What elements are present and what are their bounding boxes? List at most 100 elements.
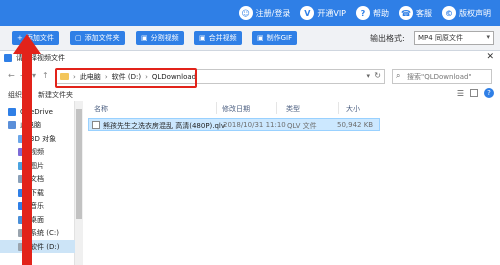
- chevron-down-icon: ▾: [486, 33, 490, 41]
- column-name[interactable]: 名称: [94, 104, 108, 114]
- copyright-icon: ©: [442, 6, 456, 20]
- top-bar-item-label: 帮助: [373, 8, 389, 18]
- make-gif-button[interactable]: ▣ 制作GIF: [252, 31, 298, 45]
- sidebar-item-label: 软件 (D:): [30, 242, 60, 251]
- sidebar-item-label: 下载: [30, 188, 44, 197]
- sidebar-item-label: 3D 对象: [30, 134, 57, 143]
- output-format-select[interactable]: MP4 同原文件 ▾: [414, 31, 494, 45]
- sidebar-item[interactable]: OneDrive: [0, 105, 75, 118]
- sidebar-item[interactable]: 3D 对象: [0, 132, 75, 145]
- search-placeholder: 搜索"QLDownload": [407, 72, 472, 81]
- column-type[interactable]: 类型: [286, 104, 300, 114]
- merge-icon: ▣: [199, 34, 206, 42]
- main-toolbar: + 添加文件 ▢ 添加文件夹 ▣ 分割视频 ▣ 合并视频 ▣ 制作GIF 输出格…: [0, 26, 500, 50]
- sidebar-item[interactable]: 此电脑: [0, 119, 75, 132]
- location-icon: [8, 121, 16, 129]
- file-name: 熊孩先生之洗衣房混乱 高清(480P).qlv: [103, 122, 226, 130]
- file-list-header: 名称 修改日期 类型 大小: [86, 101, 500, 115]
- sidebar-item[interactable]: 桌面: [0, 213, 75, 226]
- top-bar-item-label: 开通VIP: [317, 8, 346, 18]
- top-bar-item[interactable]: ? 帮助: [353, 4, 392, 22]
- back-arrow-icon[interactable]: ←: [8, 71, 15, 80]
- search-icon: ⌕: [396, 71, 401, 80]
- forward-arrow-icon[interactable]: →: [20, 71, 27, 80]
- split-video-label: 分割视频: [150, 34, 179, 42]
- location-icon: [18, 229, 26, 237]
- location-icon: [18, 215, 26, 224]
- folder-add-icon: ▢: [75, 34, 82, 42]
- help-icon[interactable]: ?: [484, 88, 494, 98]
- file-size: 50,942 KB: [337, 121, 374, 129]
- app-window: ☺ 注册/登录 V 开通VIP? 帮助 ☎ 客服 © 版权声明 + 添加文件 ▢ 添加文件夹 ▣…: [0, 0, 500, 265]
- new-folder-button[interactable]: 新建文件夹: [38, 90, 73, 100]
- sidebar-scrollbar[interactable]: [75, 101, 83, 265]
- file-type: QLV 文件: [287, 122, 317, 130]
- up-arrow-icon[interactable]: ↑: [42, 71, 49, 80]
- address-dropdown-icon[interactable]: ▾: [366, 72, 370, 80]
- merge-video-label: 合并视频: [208, 34, 237, 42]
- sidebar-item-label: 文档: [30, 175, 44, 183]
- plus-icon: +: [17, 34, 23, 42]
- add-file-button[interactable]: + 添加文件: [12, 31, 59, 45]
- sidebar-item[interactable]: 文档: [0, 173, 75, 186]
- sidebar-item[interactable]: 软件 (D:): [0, 240, 75, 253]
- top-bar-item[interactable]: ☺ 注册/登录: [236, 4, 294, 22]
- sidebar-item-label: 系统 (C:): [30, 229, 59, 237]
- output-format-value: MP4 同原文件: [418, 34, 463, 42]
- dialog-title: 请选择视频文件: [16, 54, 65, 62]
- location-icon: [18, 148, 26, 156]
- top-bar-item-label: 注册/登录: [255, 8, 291, 18]
- view-options-icon[interactable]: ☰: [457, 89, 464, 98]
- merge-video-button[interactable]: ▣ 合并视频: [194, 31, 242, 45]
- top-bar-item[interactable]: © 版权声明: [439, 4, 494, 22]
- refresh-icon[interactable]: ↻: [374, 71, 381, 80]
- file-date: 2018/10/31 11:10: [223, 121, 286, 129]
- make-gif-label: 制作GIF: [266, 34, 293, 42]
- sidebar-item[interactable]: 图片: [0, 159, 75, 172]
- file-icon: [92, 121, 100, 129]
- gif-icon: ▣: [257, 34, 264, 42]
- top-bar-item[interactable]: ☎ 客服: [396, 4, 435, 22]
- sidebar-item-label: 视频: [30, 148, 44, 156]
- recent-chevron-icon[interactable]: ▾: [32, 71, 36, 80]
- output-format-label: 输出格式:: [370, 34, 405, 43]
- column-size[interactable]: 大小: [346, 104, 360, 114]
- split-video-button[interactable]: ▣ 分割视频: [136, 31, 184, 45]
- column-divider[interactable]: [276, 102, 277, 114]
- sidebar-item[interactable]: 下载: [0, 186, 75, 199]
- column-divider[interactable]: [216, 102, 217, 114]
- add-folder-button[interactable]: ▢ 添加文件夹: [70, 31, 125, 45]
- column-divider[interactable]: [338, 102, 339, 114]
- sidebar-item-label: 图片: [30, 161, 44, 170]
- headset-icon: ☎: [399, 6, 413, 20]
- location-icon: [18, 161, 26, 170]
- close-icon[interactable]: ✕: [486, 52, 494, 62]
- add-file-label: 添加文件: [25, 34, 54, 42]
- preview-pane-icon[interactable]: [470, 89, 478, 97]
- help-icon: ?: [356, 6, 370, 20]
- top-bar-menu: ☺ 注册/登录 V 开通VIP? 帮助 ☎ 客服 © 版权声明: [236, 4, 494, 22]
- column-date[interactable]: 修改日期: [222, 104, 250, 114]
- top-bar-item[interactable]: V 开通VIP: [297, 4, 349, 22]
- location-icon: [18, 175, 26, 183]
- split-icon: ▣: [141, 34, 148, 42]
- sidebar-item[interactable]: 视频: [0, 146, 75, 159]
- sidebar-item-label: 此电脑: [20, 121, 41, 129]
- location-icon: [18, 134, 26, 143]
- top-bar: ☺ 注册/登录 V 开通VIP? 帮助 ☎ 客服 © 版权声明: [0, 0, 500, 26]
- location-icon: [18, 202, 26, 210]
- organize-menu[interactable]: 组织 ▾: [8, 90, 28, 100]
- app-icon: [4, 54, 12, 62]
- vip-icon: V: [300, 6, 315, 20]
- sidebar-item[interactable]: 系统 (C:): [0, 227, 75, 240]
- sidebar-item-label: OneDrive: [20, 107, 53, 116]
- location-icon: [8, 107, 16, 116]
- location-icon: [18, 188, 26, 197]
- scrollbar-thumb[interactable]: [76, 109, 82, 219]
- sidebar-item[interactable]: 音乐: [0, 200, 75, 213]
- user-icon: ☺: [238, 6, 253, 20]
- navigation-pane: OneDrive 此电脑 3D 对象视频图片文档下载音乐 桌面系统 (C:) 软件 (D…: [0, 101, 75, 265]
- search-input[interactable]: ⌕ 搜索"QLDownload": [392, 69, 492, 84]
- command-bar: 组织 ▾ 新建文件夹 ☰ ?: [0, 87, 500, 101]
- file-row[interactable]: 熊孩先生之洗衣房混乱 高清(480P).qlv 2018/10/31 11:10…: [88, 118, 380, 131]
